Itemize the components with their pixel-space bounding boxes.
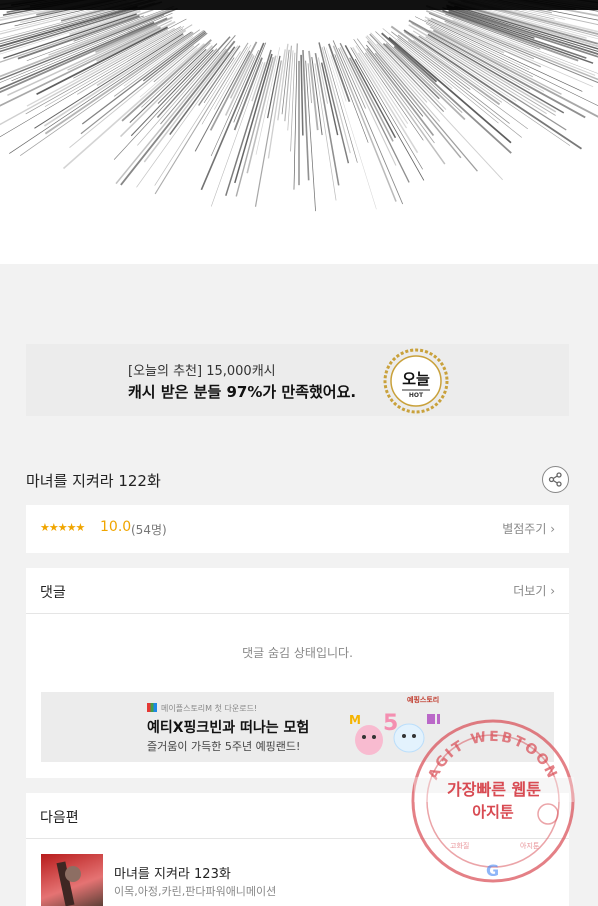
comments-heading: 댓글 (40, 585, 66, 601)
banner-title: 캐시 받은 분들 97%가 만족했어요. (128, 383, 357, 401)
share-button[interactable] (542, 466, 569, 493)
rating-score: 10.0 (100, 519, 132, 535)
thumbnail-art (56, 861, 81, 906)
watermark-bottom-left: 고화질 (450, 842, 469, 850)
ad-tag: 예핑스토리 (407, 695, 439, 704)
banner-subtitle: [오늘의 추천] 15,000캐시 (128, 364, 276, 379)
next-episode-credits: 이목,아정,카린,판다파워애니메이션 (114, 885, 277, 898)
divider (26, 613, 569, 614)
rating-votes: (54명) (131, 523, 167, 537)
watermark-line2: 아지툰 (472, 803, 514, 821)
recommend-banner[interactable]: [오늘의 추천] 15,000캐시 캐시 받은 분들 97%가 만족했어요. 오… (26, 344, 569, 416)
comments-hidden-message: 댓글 숨김 상태입니다. (242, 646, 353, 660)
hot-badge-icon: 오늘 HOT (383, 348, 449, 414)
rating-card: ★★★★★ 10.0 (54명) 별점주기 › (26, 505, 569, 553)
rating-stars: ★★★★★ (40, 521, 85, 534)
badge-label: 오늘 (402, 370, 430, 388)
badge-sub: HOT (409, 392, 424, 399)
ad-logo-icon (147, 703, 157, 712)
rate-button[interactable]: 별점주기 › (502, 520, 555, 537)
episode-title: 마녀를 지켜라 122화 (26, 472, 161, 490)
next-episode-title[interactable]: 마녀를 지켜라 123화 (114, 863, 231, 882)
manga-panel (0, 0, 598, 264)
watermark-bottom-right: 아지툰 (520, 841, 540, 850)
svg-text:M: M (349, 713, 361, 727)
ad-subtitle: 즐거움이 가득한 5주년 예핑랜드! (147, 740, 301, 753)
ad-brand: 메이플스토리M 첫 다운로드! (161, 704, 258, 713)
next-heading: 다음편 (40, 810, 79, 826)
watermark-line1: 가장빠른 웹툰 (414, 777, 574, 802)
ad-title: 예티X핑크빈과 떠나는 모험 (147, 720, 310, 736)
share-icon (548, 472, 562, 487)
next-episode-thumbnail[interactable] (41, 854, 103, 906)
comments-more-link[interactable]: 더보기 › (513, 582, 555, 599)
svg-text:G: G (486, 861, 499, 880)
speed-lines-art (0, 0, 598, 212)
